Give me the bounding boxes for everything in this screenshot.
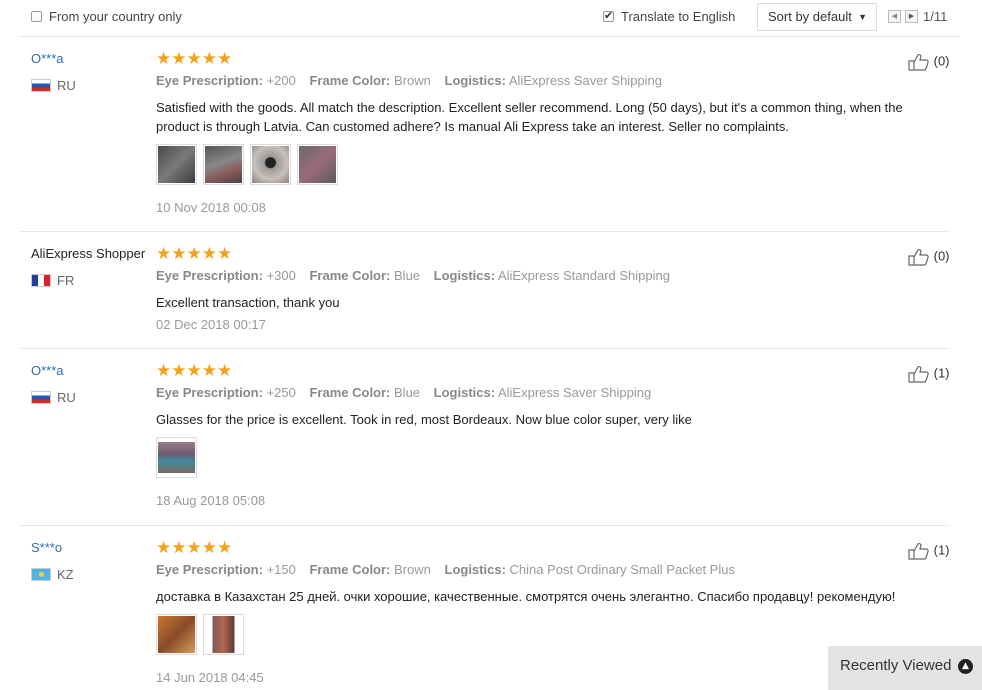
- divider: [20, 525, 950, 526]
- attr-value: AliExpress Standard Shipping: [497, 268, 670, 283]
- review-photo-thumbnail[interactable]: [156, 144, 197, 185]
- attr-key: Eye Prescription:: [156, 73, 263, 88]
- translate-checkbox[interactable]: [603, 9, 614, 22]
- attr-key: Eye Prescription:: [156, 268, 263, 283]
- review-photos: [156, 144, 338, 185]
- attr-key: Frame Color:: [309, 268, 391, 283]
- chevron-up-icon: ▲: [958, 659, 973, 674]
- prev-page-button[interactable]: ◀: [888, 10, 901, 23]
- review-photos: [156, 614, 244, 655]
- reviewer-country: RU: [57, 78, 76, 93]
- attr-key: Logistics:: [433, 385, 496, 400]
- attr-key: Logistics:: [444, 562, 506, 577]
- thumbs-up-icon: [908, 542, 929, 560]
- helpful-button[interactable]: (0): [908, 248, 950, 266]
- attr-value: Blue: [394, 385, 421, 400]
- helpful-count: (1): [933, 365, 950, 381]
- reviewer-name[interactable]: O***a: [31, 363, 64, 378]
- review-attributes: Eye Prescription: +250 Frame Color: Blue…: [156, 385, 661, 400]
- attr-key: Eye Prescription:: [156, 385, 263, 400]
- star-rating: ★★★★★: [156, 361, 233, 381]
- review-text: Excellent transaction, thank you: [156, 295, 340, 310]
- sort-dropdown-label: Sort by default: [768, 9, 852, 24]
- reviewer-country: RU: [57, 390, 76, 405]
- review-attributes: Eye Prescription: +200 Frame Color: Brow…: [156, 73, 672, 88]
- review-photo-thumbnail[interactable]: [203, 144, 244, 185]
- review-photo-thumbnail[interactable]: [203, 614, 244, 655]
- helpful-button[interactable]: (1): [908, 542, 950, 560]
- attr-value: AliExpress Saver Shipping: [508, 73, 663, 88]
- reviewer-country: FR: [57, 273, 75, 288]
- divider: [20, 36, 960, 37]
- attr-value: China Post Ordinary Small Packet Plus: [509, 562, 735, 577]
- attr-value: Blue: [394, 268, 421, 283]
- review-text: доставка в Казахстан 25 дней. очки хорош…: [156, 589, 896, 604]
- attr-key: Frame Color:: [309, 562, 391, 577]
- helpful-count: (0): [933, 248, 950, 264]
- review-date: 18 Aug 2018 05:08: [156, 493, 266, 508]
- attr-key: Logistics:: [444, 73, 506, 88]
- review-photo-thumbnail[interactable]: [250, 144, 291, 185]
- helpful-button[interactable]: (1): [908, 365, 950, 383]
- thumbs-up-icon: [908, 248, 929, 266]
- attr-value: AliExpress Saver Shipping: [497, 385, 652, 400]
- review-item: AliExpress Shopper FR ★★★★★ Eye Prescrip…: [20, 244, 960, 346]
- attr-value: Brown: [394, 73, 431, 88]
- chevron-down-icon: ▼: [858, 12, 867, 22]
- attr-key: Eye Prescription:: [156, 562, 263, 577]
- flag-icon: [31, 391, 51, 404]
- attr-key: Logistics:: [433, 268, 496, 283]
- recently-viewed-label: Recently Viewed: [840, 657, 952, 674]
- attr-value: +300: [266, 268, 296, 283]
- reviewer-name[interactable]: O***a: [31, 51, 64, 66]
- reviewer-name: AliExpress Shopper: [31, 246, 146, 261]
- review-item: O***a RU ★★★★★ Eye Prescription: +200 Fr…: [20, 49, 960, 231]
- recently-viewed-panel-toggle[interactable]: Recently Viewed ▲: [828, 646, 982, 690]
- review-text: Glasses for the price is excellent. Took…: [156, 412, 692, 427]
- thumbs-up-icon: [908, 365, 929, 383]
- helpful-count: (0): [933, 53, 950, 69]
- star-rating: ★★★★★: [156, 538, 233, 558]
- divider: [20, 348, 950, 349]
- review-item: O***a RU ★★★★★ Eye Prescription: +250 Fr…: [20, 361, 960, 523]
- review-date: 02 Dec 2018 00:17: [156, 317, 266, 332]
- helpful-button[interactable]: (0): [908, 53, 950, 71]
- review-photo-thumbnail[interactable]: [156, 614, 197, 655]
- review-photo-thumbnail[interactable]: [297, 144, 338, 185]
- sort-dropdown[interactable]: Sort by default ▼: [757, 3, 877, 31]
- attr-key: Frame Color:: [309, 385, 391, 400]
- attr-value: +250: [266, 385, 296, 400]
- filter-bar: From your country only Translate to Engl…: [0, 0, 982, 37]
- flag-icon: [31, 274, 51, 287]
- page-indicator: 1/11: [923, 9, 948, 24]
- flag-icon: [31, 79, 51, 92]
- review-text: Satisfied with the goods. All match the …: [156, 100, 903, 134]
- review-item: S***o KZ ★★★★★ Eye Prescription: +150 Fr…: [20, 538, 960, 690]
- attr-value: Brown: [394, 562, 431, 577]
- attr-key: Frame Color:: [309, 73, 391, 88]
- review-date: 14 Jun 2018 04:45: [156, 670, 264, 685]
- review-date: 10 Nov 2018 00:08: [156, 200, 266, 215]
- review-photo-thumbnail[interactable]: [156, 437, 197, 478]
- translate-label[interactable]: Translate to English: [621, 9, 735, 24]
- country-only-label[interactable]: From your country only: [49, 9, 182, 24]
- attr-value: +200: [266, 73, 296, 88]
- review-attributes: Eye Prescription: +150 Frame Color: Brow…: [156, 562, 745, 577]
- attr-value: +150: [266, 562, 296, 577]
- thumbs-up-icon: [908, 53, 929, 71]
- country-only-checkbox[interactable]: [31, 11, 42, 22]
- review-attributes: Eye Prescription: +300 Frame Color: Blue…: [156, 268, 680, 283]
- star-rating: ★★★★★: [156, 244, 233, 264]
- review-photos: [156, 437, 197, 478]
- reviewer-country: KZ: [57, 567, 74, 582]
- reviewer-name[interactable]: S***o: [31, 540, 62, 555]
- flag-icon: [31, 568, 51, 581]
- next-page-button[interactable]: ▶: [905, 10, 918, 23]
- divider: [20, 231, 950, 232]
- helpful-count: (1): [933, 542, 950, 558]
- star-rating: ★★★★★: [156, 49, 233, 69]
